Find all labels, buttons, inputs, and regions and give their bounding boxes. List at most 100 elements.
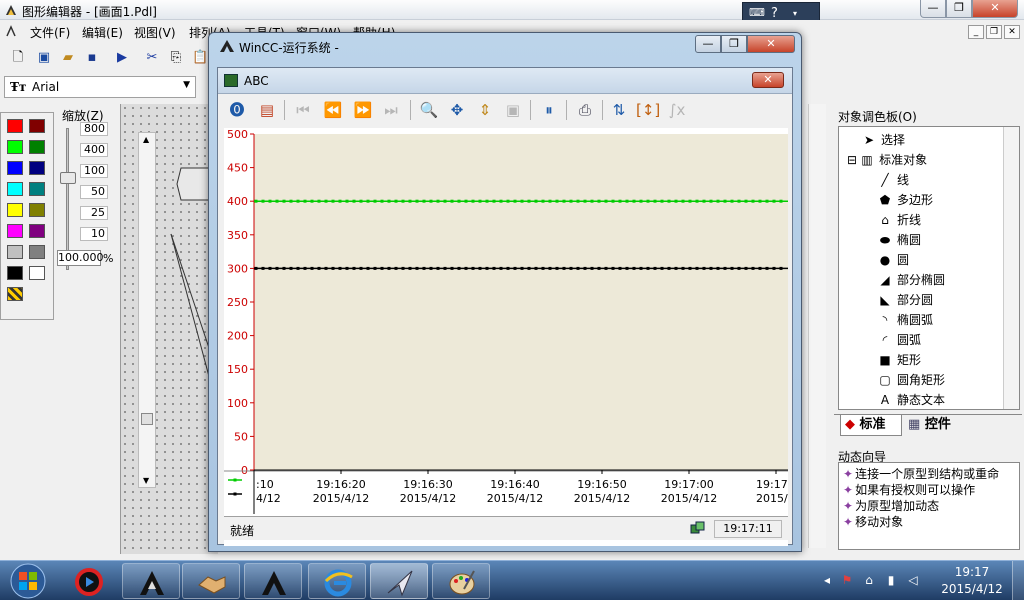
wizard-item[interactable]: ✦ 如果有授权则可以操作 — [843, 481, 975, 498]
zoom-area-icon[interactable]: 🔍 — [418, 99, 440, 121]
security-flag-icon[interactable]: ⚑ — [840, 573, 854, 587]
runtime-minimize-button[interactable]: — — [695, 35, 721, 53]
scroll-down-icon[interactable]: ▼ — [143, 476, 149, 485]
runtime-activate-icon[interactable]: ▶ — [114, 50, 130, 66]
clock-time[interactable]: 19:17 — [940, 565, 1004, 579]
color-swatch[interactable] — [29, 266, 45, 280]
zoom-level-400[interactable]: 400 — [80, 143, 108, 157]
scroll-up-icon[interactable]: ▲ — [143, 135, 149, 144]
color-swatch[interactable] — [7, 245, 23, 259]
new-project-icon[interactable]: ▣ — [36, 50, 52, 66]
color-swatch[interactable] — [29, 140, 45, 154]
tree-item-rounded-rectangle[interactable]: ▢ 圆角矩形 — [877, 371, 945, 389]
menu-edit[interactable]: 编辑(E) — [82, 24, 123, 41]
tab-controls[interactable]: ▦ 控件 — [904, 415, 964, 436]
paste-icon[interactable]: 📋 — [192, 50, 208, 66]
tree-item-ellipse-arc[interactable]: ◝ 椭圆弧 — [877, 311, 933, 329]
tree-item-folder[interactable]: ⊟ ▥ 标准对象 — [847, 151, 927, 169]
usb-device-icon[interactable]: ⌂ — [862, 573, 876, 587]
next-record-icon[interactable]: ⏩ — [352, 99, 374, 121]
taskbar-wincc-runtime[interactable] — [370, 563, 428, 599]
tree-scrollbar[interactable] — [1003, 127, 1019, 409]
menu-file[interactable]: 文件(F) — [30, 24, 70, 41]
taskbar-app-1[interactable] — [60, 563, 118, 599]
taskbar-graphics-designer[interactable] — [432, 563, 490, 599]
mdi-restore-button[interactable]: ❐ — [986, 25, 1002, 39]
help-icon[interactable]: ⓿ — [226, 99, 248, 121]
taskbar-app-2[interactable] — [122, 563, 180, 599]
wizard-item[interactable]: ✦ 为原型增加动态 — [843, 497, 939, 514]
open-folder-icon[interactable]: ▰ — [60, 50, 76, 66]
color-swatch[interactable] — [7, 266, 23, 280]
tree-item-rectangle[interactable]: ■ 矩形 — [877, 351, 921, 369]
editor-close-button[interactable]: ✕ — [972, 0, 1018, 18]
zoom-level-25[interactable]: 25 — [80, 206, 108, 220]
color-swatch[interactable] — [7, 119, 23, 133]
trend-close-button[interactable]: ✕ — [752, 72, 784, 88]
keyboard-icon[interactable]: ⌨ — [749, 6, 765, 19]
zoom-value-axis-icon[interactable]: ⇕ — [474, 99, 496, 121]
taskbar-internet-explorer[interactable] — [308, 563, 366, 599]
color-swatch[interactable] — [7, 161, 23, 175]
new-icon[interactable]: 🗋 — [10, 50, 26, 66]
taskbar-app-4[interactable] — [244, 563, 302, 599]
move-area-icon[interactable]: ✥ — [446, 99, 468, 121]
tree-item-circle-arc[interactable]: ◜ 圆弧 — [877, 331, 921, 349]
tree-item-polygon[interactable]: ⬟ 多边形 — [877, 191, 933, 209]
mdi-minimize-button[interactable]: _ — [968, 25, 984, 39]
editor-titlebar[interactable]: 图形编辑器 - [画面1.Pdl] — ❐ ✕ — [0, 0, 1024, 20]
color-swatch[interactable] — [7, 182, 23, 196]
collapse-icon[interactable]: ⊟ — [847, 153, 857, 167]
menu-view[interactable]: 视图(V) — [134, 24, 176, 41]
tab-standard[interactable]: ◆ 标准 — [840, 415, 902, 436]
zoom-level-100[interactable]: 100 — [80, 164, 108, 178]
copy-icon[interactable]: ⎘ — [168, 50, 184, 66]
tree-item-circle[interactable]: ● 圆 — [877, 251, 909, 269]
color-swatch[interactable] — [7, 203, 23, 217]
chevron-down-icon[interactable]: ▼ — [183, 80, 190, 90]
canvas-vertical-scrollbar[interactable]: ▲ ▼ — [138, 132, 156, 488]
tree-item-polyline[interactable]: ⌂ 折线 — [877, 211, 921, 229]
zoom-slider-thumb[interactable] — [60, 172, 76, 184]
editor-minimize-button[interactable]: — — [920, 0, 946, 18]
volume-muted-icon[interactable]: ◁ — [906, 573, 920, 587]
wizard-item[interactable]: ✦ 连接一个原型到结构或重命 — [843, 465, 999, 482]
options-chevron-icon[interactable]: ▾ — [793, 9, 797, 18]
original-view-icon[interactable]: ▣ — [502, 99, 524, 121]
zoom-slider-track[interactable] — [66, 128, 69, 270]
custom-color-icon[interactable] — [7, 287, 23, 301]
color-swatch[interactable] — [29, 161, 45, 175]
runtime-close-button[interactable]: ✕ — [747, 35, 795, 53]
help-icon[interactable]: ? — [771, 6, 778, 21]
editor-right-scrollbar[interactable] — [808, 104, 826, 548]
font-selector[interactable]: Ŧт Arial ▼ — [4, 76, 196, 98]
tree-item-ellipse[interactable]: ⬬ 椭圆 — [877, 231, 921, 249]
cut-icon[interactable]: ✂ — [144, 50, 160, 66]
config-dialog-icon[interactable]: ▤ — [256, 99, 278, 121]
network-signal-icon[interactable]: ▮ — [884, 573, 898, 587]
color-swatch[interactable] — [29, 203, 45, 217]
print-icon[interactable]: ⎙ — [574, 99, 596, 121]
drawing-canvas[interactable] — [120, 104, 218, 554]
first-record-icon[interactable]: ⏮ — [292, 99, 314, 121]
taskbar-app-3[interactable] — [182, 563, 240, 599]
tree-item-line[interactable]: ╱ 线 — [877, 171, 909, 189]
mdi-close-button[interactable]: ✕ — [1004, 25, 1020, 39]
zoom-level-10[interactable]: 10 — [80, 227, 108, 241]
zoom-level-800[interactable]: 800 — [80, 122, 108, 136]
wizard-item[interactable]: ✦ 移动对象 — [843, 513, 903, 530]
runtime-maximize-button[interactable]: ❐ — [721, 35, 747, 53]
scrollbar-thumb[interactable] — [141, 413, 153, 425]
previous-record-icon[interactable]: ⏪ — [322, 99, 344, 121]
tree-item-cursor[interactable]: ➤ 选择 — [861, 131, 905, 149]
show-hidden-icons-icon[interactable]: ◂ — [820, 573, 834, 587]
stop-start-icon[interactable]: ⏸ — [538, 99, 560, 121]
last-record-icon[interactable]: ⏭ — [380, 99, 402, 121]
editor-maximize-button[interactable]: ❐ — [946, 0, 972, 18]
zoom-level-50[interactable]: 50 — [80, 185, 108, 199]
color-swatch[interactable] — [29, 245, 45, 259]
color-swatch[interactable] — [29, 119, 45, 133]
ruler-icon[interactable]: ⇅ — [608, 99, 630, 121]
color-swatch[interactable] — [29, 182, 45, 196]
zoom-value-field[interactable]: 100.000 — [57, 250, 104, 266]
